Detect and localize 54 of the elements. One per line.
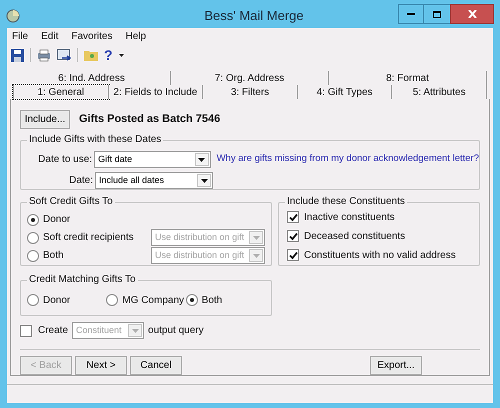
radio-label: MG Company — [122, 294, 184, 308]
button[interactable]: Export... — [370, 356, 422, 375]
tab[interactable]: 2: Fields to Include — [108, 85, 204, 99]
checkbox-label: Constituents with no valid address — [304, 248, 456, 262]
caret-icon — [132, 328, 139, 332]
button[interactable]: Next > — [75, 356, 127, 375]
menu-item[interactable]: Edit — [41, 29, 58, 44]
radio-label: Soft credit recipients — [43, 231, 135, 245]
checkbox[interactable] — [287, 211, 299, 223]
close-icon — [468, 10, 476, 18]
radio-label: Donor — [43, 294, 70, 308]
menu-item[interactable]: Favorites — [71, 29, 112, 44]
radio-label: Both — [43, 249, 65, 263]
minimize-button[interactable] — [398, 4, 424, 24]
checkbox-label: Create — [38, 324, 68, 338]
window-title: Bess' Mail Merge — [203, 7, 305, 26]
help-link[interactable]: Why are gifts missing from my donor acknowledgement letter? — [216, 152, 479, 167]
radio-label: Both — [202, 294, 222, 308]
folder-icon[interactable] — [84, 49, 98, 61]
radio-button[interactable] — [186, 294, 198, 306]
radio-button[interactable] — [27, 214, 39, 226]
menu-item[interactable]: File — [12, 29, 28, 44]
caret-icon[interactable] — [118, 54, 124, 56]
save-icon[interactable] — [11, 48, 24, 62]
checkbox-label: Deceased constituents — [304, 230, 406, 244]
caret-icon — [252, 236, 260, 240]
batch-label: Gifts Posted as Batch 7546 — [79, 112, 220, 128]
caret-icon — [252, 254, 260, 258]
printer-icon[interactable] — [37, 48, 51, 62]
radio-label: Donor — [43, 213, 72, 227]
checkbox[interactable] — [287, 230, 299, 242]
field-label: Date: — [68, 174, 94, 188]
app-icon — [6, 9, 20, 23]
help-button[interactable]: ? — [104, 48, 113, 62]
dropdown[interactable]: Include all dates — [95, 172, 213, 189]
radio-button[interactable] — [27, 294, 39, 306]
caret-icon — [198, 158, 206, 162]
caret-icon — [200, 178, 208, 182]
checkbox[interactable] — [287, 249, 299, 261]
checkbox-label: Inactive constituents — [304, 210, 395, 224]
dropdown[interactable]: Gift date — [94, 151, 211, 168]
button[interactable]: Cancel — [130, 356, 182, 375]
checkbox[interactable] — [20, 324, 32, 336]
radio-button[interactable] — [106, 294, 118, 306]
button[interactable]: Include... — [20, 110, 70, 129]
menu-item[interactable]: Help — [125, 29, 146, 44]
export-icon[interactable] — [57, 48, 71, 62]
radio-button[interactable] — [27, 250, 39, 262]
radio-button[interactable] — [27, 232, 39, 244]
field-label: output query — [148, 324, 204, 338]
group-title: Credit Matching Gifts To — [27, 273, 138, 287]
close-button[interactable] — [450, 4, 494, 24]
field-label: Date to use: — [37, 153, 94, 167]
tab[interactable]: 1: General — [13, 85, 109, 99]
